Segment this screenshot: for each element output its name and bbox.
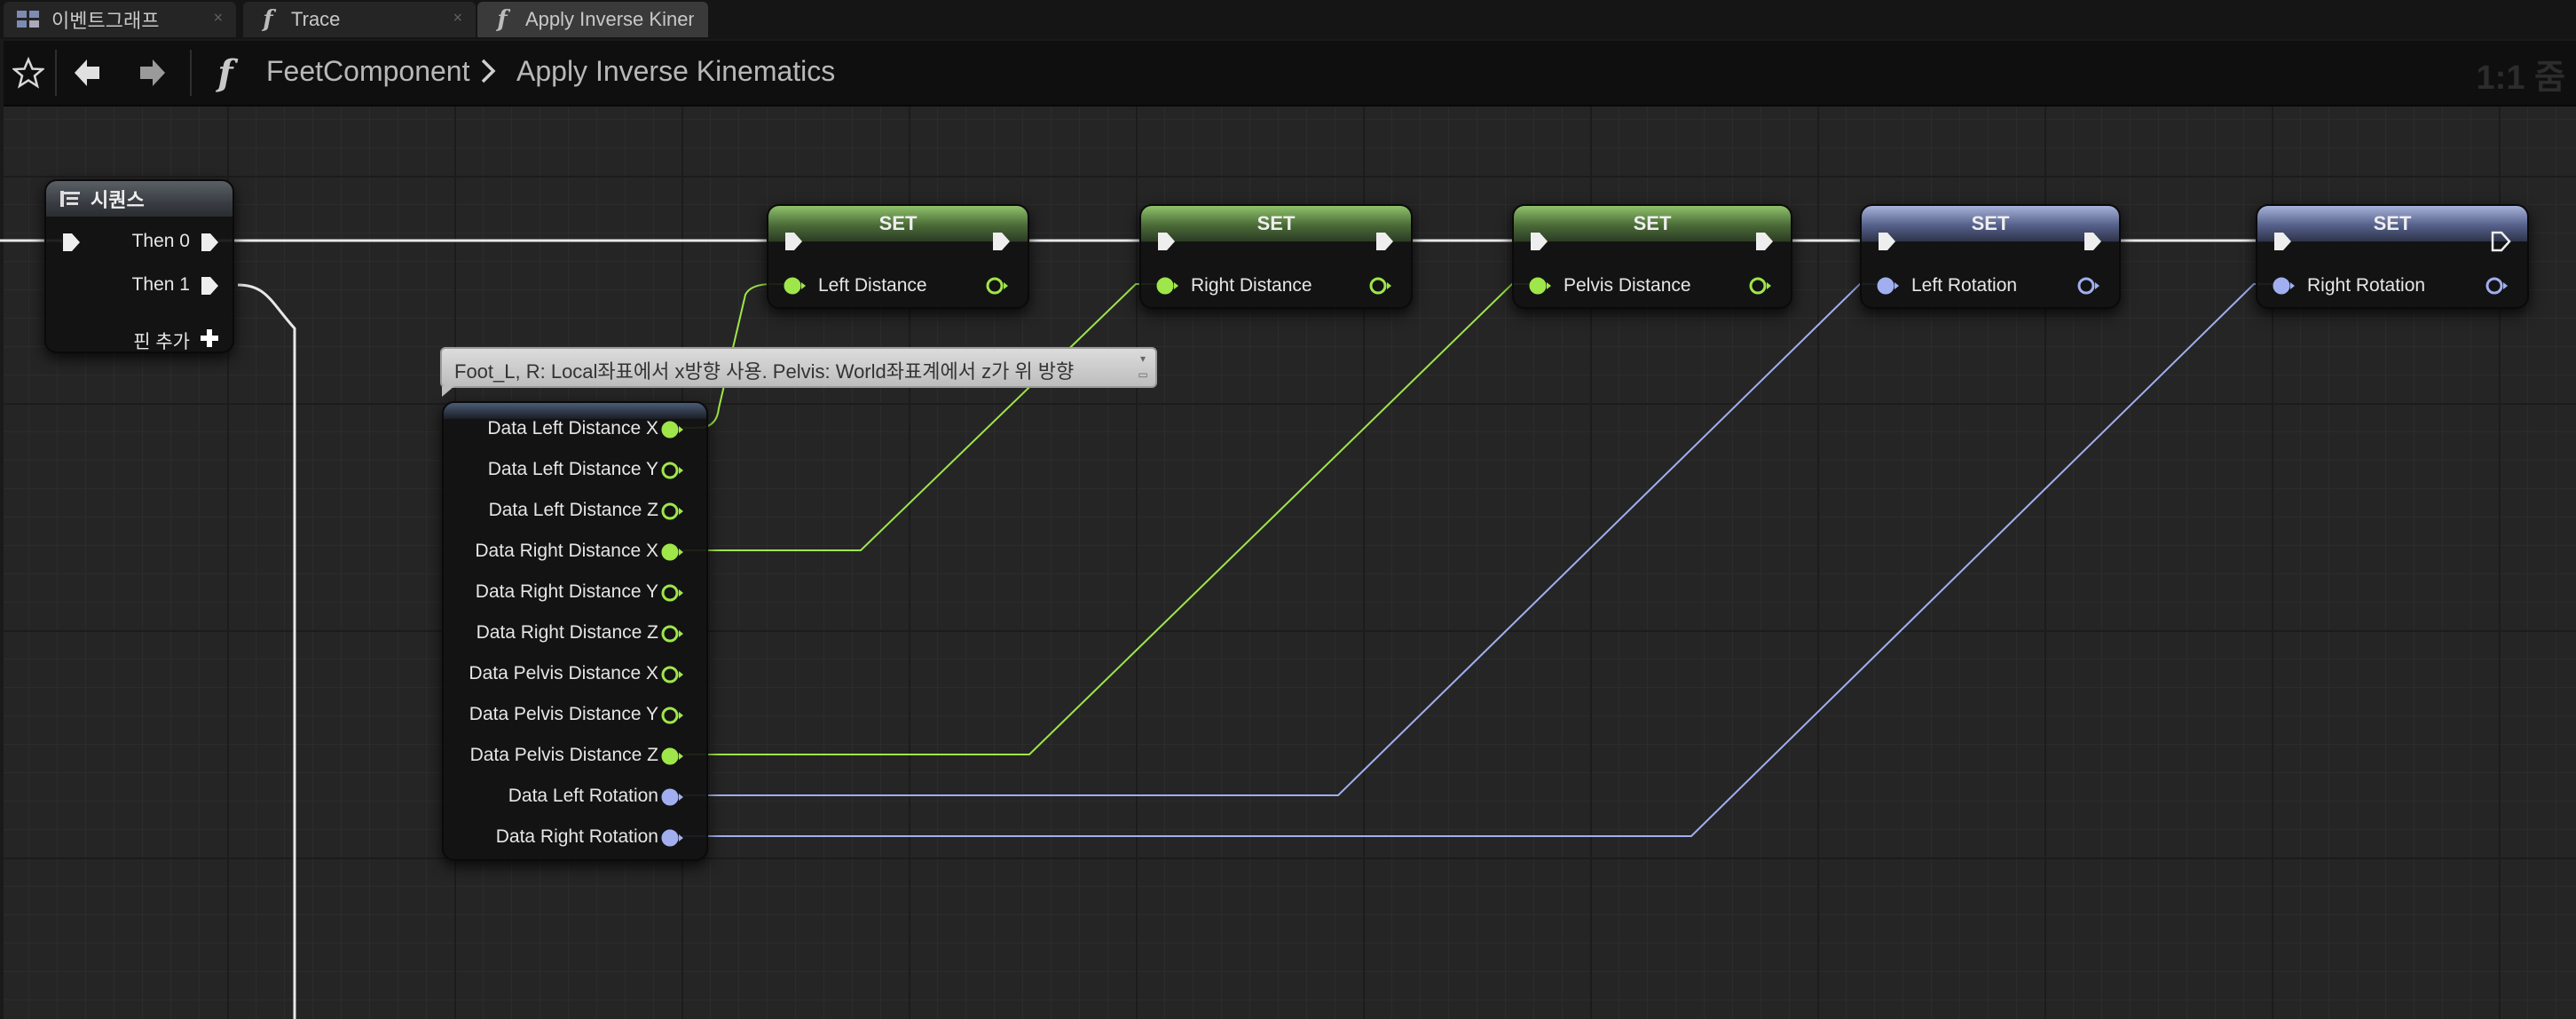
output-pin[interactable] xyxy=(660,664,687,685)
add-pin-label[interactable]: 핀 추가 xyxy=(133,328,190,354)
tab-label: Trace xyxy=(291,8,341,30)
tab-event-graph[interactable]: 이벤트그래프 × xyxy=(4,2,236,37)
pin-comment-icon[interactable]: ▾ ▭ xyxy=(1134,351,1152,383)
output-pin[interactable] xyxy=(660,501,687,522)
set-node-left-distance[interactable]: SET Left Distance xyxy=(767,204,1029,309)
tab-trace[interactable]: f Trace × xyxy=(243,2,476,37)
arrow-left-icon xyxy=(75,59,99,86)
break-struct-node[interactable]: Data Left Distance X Data Left Distance Y… xyxy=(442,401,708,861)
function-icon: f xyxy=(217,51,233,94)
then-0-label: Then 0 xyxy=(131,231,190,251)
output-pin-label: Data Pelvis Distance Z xyxy=(469,745,658,765)
comment-text: Foot_L, R: Local좌표에서 x방향 사용. Pelvis: Wor… xyxy=(454,360,1075,383)
set-node-pelvis-distance[interactable]: SET Pelvis Distance xyxy=(1512,204,1792,309)
output-pin[interactable] xyxy=(660,786,687,808)
breadcrumb-toolbar: f FeetComponent Apply Inverse Kinematics… xyxy=(4,41,2576,107)
node-title: 시퀀스 xyxy=(91,189,145,211)
variable-label: Pelvis Distance xyxy=(1564,275,1691,296)
node-title: SET xyxy=(1862,206,2119,241)
variable-label: Left Rotation xyxy=(1911,275,2018,296)
variable-label: Right Distance xyxy=(1191,275,1312,296)
star-icon xyxy=(12,57,44,89)
exec-output-pin[interactable] xyxy=(990,231,1012,252)
output-pin-label: Data Left Rotation xyxy=(508,786,658,806)
variable-label: Left Distance xyxy=(818,275,927,296)
exec-input-pin[interactable] xyxy=(60,232,82,253)
back-button[interactable] xyxy=(67,53,106,92)
output-pin-label: Data Right Distance Y xyxy=(475,581,658,602)
exec-output-pin[interactable] xyxy=(2490,231,2511,252)
node-title: SET xyxy=(768,206,1028,241)
output-pin-label: Data Left Distance X xyxy=(487,418,658,438)
exec-output-pin-then-1[interactable] xyxy=(199,275,220,296)
plus-icon[interactable] xyxy=(199,328,220,349)
forward-button[interactable] xyxy=(133,53,172,92)
exec-input-pin[interactable] xyxy=(2272,231,2293,252)
zoom-level: 1:1 줌 xyxy=(2476,59,2565,97)
node-title: SET xyxy=(1514,206,1791,241)
value-input-pin[interactable] xyxy=(1155,275,1182,296)
node-header: 시퀀스 xyxy=(46,181,232,217)
close-icon[interactable]: × xyxy=(453,12,463,24)
output-pin-label: Data Left Distance Y xyxy=(487,459,658,479)
variable-label: Right Rotation xyxy=(2307,275,2426,296)
favorite-star-button[interactable] xyxy=(9,53,48,92)
value-input-pin[interactable] xyxy=(1528,275,1555,296)
event-graph-icon xyxy=(16,7,41,32)
close-icon[interactable]: × xyxy=(213,12,224,24)
value-output-pin[interactable] xyxy=(1368,275,1395,296)
exec-input-pin[interactable] xyxy=(1528,231,1549,252)
set-node-right-rotation[interactable]: SET Right Rotation xyxy=(2256,204,2529,309)
value-output-pin[interactable] xyxy=(2076,275,2103,296)
breadcrumb-separator-icon xyxy=(479,57,497,92)
output-pin-label: Data Right Rotation xyxy=(495,826,658,847)
output-pin-label: Data Right Distance X xyxy=(475,541,658,561)
value-input-pin[interactable] xyxy=(1876,275,1902,296)
tab-label: 이벤트그래프 xyxy=(51,10,160,32)
output-pin[interactable] xyxy=(660,746,687,767)
node-title: SET xyxy=(1141,206,1411,241)
breadcrumb-current: Apply Inverse Kinematics xyxy=(516,55,836,87)
output-pin-label: Data Left Distance Z xyxy=(488,500,658,520)
sequence-icon xyxy=(60,191,80,207)
exec-output-pin[interactable] xyxy=(1753,231,1775,252)
output-pin[interactable] xyxy=(660,419,687,440)
output-pin[interactable] xyxy=(660,623,687,644)
tab-label: Apply Inverse Kinematics xyxy=(525,8,694,30)
set-node-left-rotation[interactable]: SET Left Rotation xyxy=(1860,204,2121,309)
toolbar-divider xyxy=(190,50,192,96)
node-comment-bubble[interactable]: Foot_L, R: Local좌표에서 x방향 사용. Pelvis: Wor… xyxy=(440,347,1157,397)
exec-input-pin[interactable] xyxy=(1155,231,1177,252)
value-output-pin[interactable] xyxy=(985,275,1012,296)
exec-input-pin[interactable] xyxy=(783,231,804,252)
sequence-node[interactable]: 시퀀스 Then 0 Then 1 핀 추가 xyxy=(44,179,234,353)
output-pin-label: Data Pelvis Distance X xyxy=(469,663,658,683)
set-node-right-distance[interactable]: SET Right Distance xyxy=(1139,204,1413,309)
output-pin[interactable] xyxy=(660,460,687,481)
tab-apply-inverse-kinematics[interactable]: f Apply Inverse Kinematics xyxy=(477,2,708,37)
breadcrumb-root[interactable]: FeetComponent xyxy=(266,55,469,88)
exec-output-pin[interactable] xyxy=(1374,231,1395,252)
then-1-label: Then 1 xyxy=(131,274,190,295)
value-input-pin[interactable] xyxy=(2272,275,2298,296)
exec-output-pin[interactable] xyxy=(2082,231,2103,252)
node-title: SET xyxy=(2257,206,2527,241)
node-header xyxy=(444,403,706,419)
exec-input-pin[interactable] xyxy=(1876,231,1897,252)
value-input-pin[interactable] xyxy=(783,275,809,296)
document-tab-bar: 이벤트그래프 × f Trace × f Apply Inverse Kinem… xyxy=(0,0,2576,39)
exec-output-pin-then-0[interactable] xyxy=(199,232,220,253)
value-output-pin[interactable] xyxy=(1748,275,1775,296)
toolbar-divider xyxy=(55,50,57,96)
output-pin[interactable] xyxy=(660,705,687,726)
function-icon: f xyxy=(497,6,508,33)
arrow-right-icon xyxy=(140,59,165,86)
output-pin[interactable] xyxy=(660,582,687,604)
output-pin[interactable] xyxy=(660,541,687,563)
output-pin[interactable] xyxy=(660,827,687,849)
output-pin-label: Data Pelvis Distance Y xyxy=(469,704,658,724)
value-output-pin[interactable] xyxy=(2485,275,2511,296)
output-pin-label: Data Right Distance Z xyxy=(476,622,658,643)
function-icon: f xyxy=(263,6,273,33)
